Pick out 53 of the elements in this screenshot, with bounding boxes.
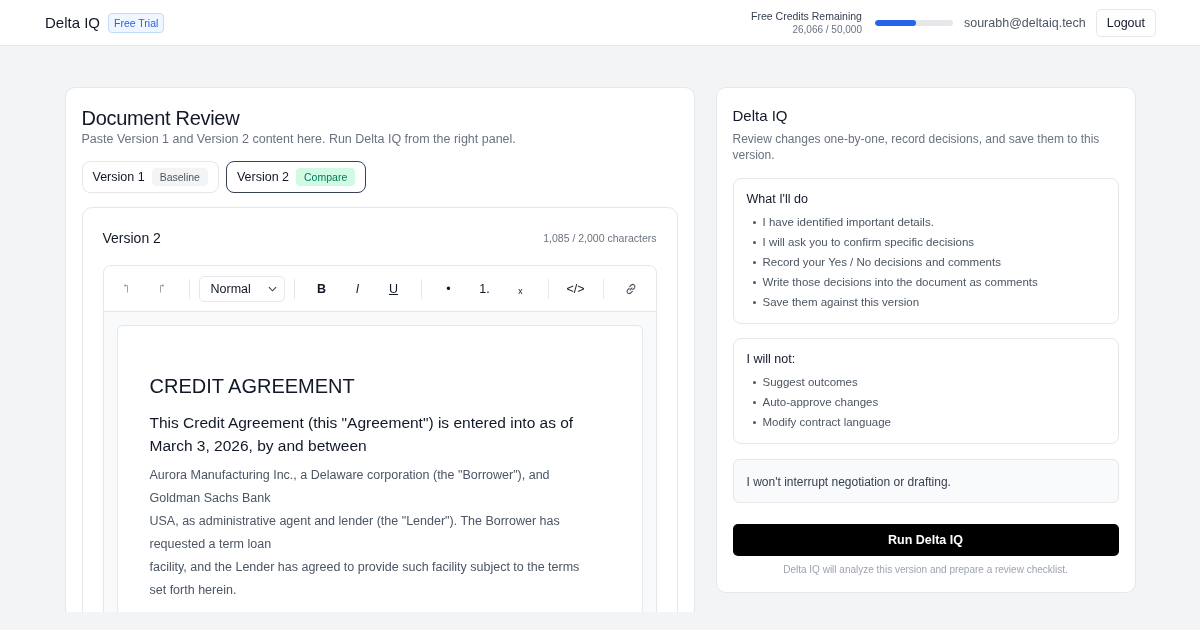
section-title: Document Review bbox=[81, 106, 241, 130]
italic-button[interactable]: I bbox=[339, 275, 376, 302]
run-button[interactable]: Run Delta IQ bbox=[732, 524, 1119, 556]
caret-icon bbox=[267, 285, 277, 292]
redo-icon bbox=[158, 284, 165, 293]
version-tab[interactable]: Version 1 Baseline bbox=[81, 161, 219, 193]
list-item: Suggest outcomes bbox=[762, 376, 858, 388]
run-caption: Delta IQ will analyze this version and prepare a review checklist. bbox=[782, 564, 1069, 576]
document-paragraph: facility, and the Lender has agreed to provide such facility subject to the terms set forth herein. bbox=[149, 559, 581, 599]
version-badge: Baseline bbox=[151, 168, 208, 186]
list-item: Save them against this version bbox=[762, 296, 920, 308]
panel-description: Review changes one-by-one, record decisions, and save them to this version. bbox=[732, 131, 1101, 163]
panel-title: Delta IQ bbox=[732, 106, 789, 126]
list-item: I will ask you to confirm specific decisions bbox=[762, 236, 975, 248]
list-item: Auto-approve changes bbox=[762, 396, 879, 408]
section-subtitle: Paste Version 1 and Version 2 content here. Run Delta IQ from the right panel. bbox=[81, 131, 517, 147]
list-item: I have identified important details. bbox=[762, 216, 934, 228]
document-heading: This Credit Agreement (this "Agreement") is entered into as of March 3, 2026, by and between bbox=[149, 413, 575, 456]
bullet-icon bbox=[752, 300, 756, 304]
user-email: sourabh@deltaiq.tech bbox=[963, 15, 1086, 30]
bullet-icon bbox=[752, 400, 756, 404]
panel-heading: I will not: bbox=[746, 351, 797, 367]
subscript-button[interactable]: ₓ bbox=[502, 275, 539, 302]
bullet-icon bbox=[752, 280, 756, 284]
list-item: Modify contract language bbox=[762, 416, 891, 428]
document-paragraph: Aurora Manufacturing Inc., a Delaware corporation (the "Borrower"), and Goldman Sachs Bank bbox=[149, 467, 551, 507]
underline-button[interactable]: U bbox=[375, 275, 412, 302]
bullet-icon bbox=[752, 260, 756, 264]
bold-button[interactable]: B bbox=[303, 275, 340, 302]
bullet-list-button[interactable]: • bbox=[430, 275, 467, 302]
format-select[interactable]: Normal bbox=[198, 275, 285, 302]
plan-badge: Free Trial bbox=[108, 12, 165, 33]
editor-title: Version 2 bbox=[102, 230, 161, 246]
bullet-icon bbox=[752, 420, 756, 424]
code-button[interactable]: </> bbox=[557, 275, 594, 302]
list-item: Write those decisions into the document as comments bbox=[762, 276, 1038, 288]
logout-button[interactable]: Logout bbox=[1095, 8, 1156, 37]
bullet-icon bbox=[752, 380, 756, 384]
notice-text: I won't interrupt negotiation or drafting. bbox=[746, 475, 951, 489]
link-icon bbox=[623, 281, 638, 296]
bullet-icon bbox=[752, 220, 756, 224]
brand-name: Delta IQ bbox=[45, 14, 101, 31]
list-item: Record your Yes / No decisions and comments bbox=[762, 256, 1001, 268]
version-tab[interactable]: Version 2 Compare bbox=[225, 161, 367, 193]
bullet-icon bbox=[752, 240, 756, 244]
document-title: CREDIT AGREEMENT bbox=[149, 374, 356, 398]
credits-reading: 26,066 / 50,000 bbox=[792, 22, 862, 36]
numbered-list-button[interactable]: 1. bbox=[466, 275, 503, 302]
credits-label: Free Credits Remaining bbox=[751, 9, 862, 23]
undo-icon bbox=[122, 284, 129, 293]
version-badge: Compare bbox=[296, 168, 356, 186]
panel-heading: What I'll do bbox=[746, 191, 809, 207]
character-count: 1,085 / 2,000 characters bbox=[543, 232, 657, 244]
